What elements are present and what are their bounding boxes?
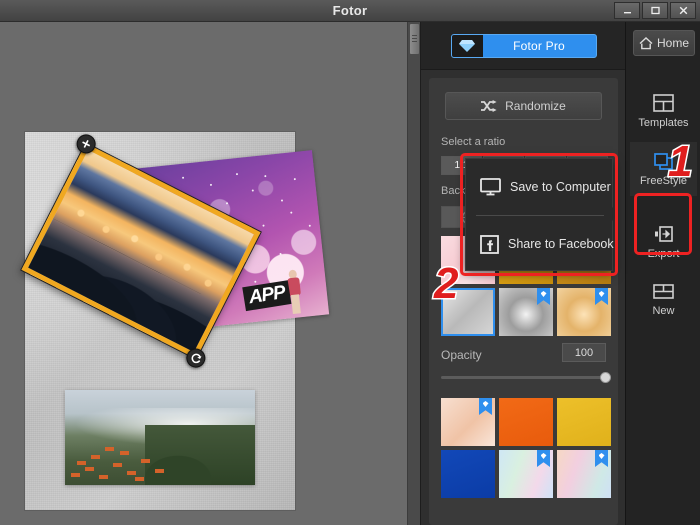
minimize-button[interactable] [614, 2, 640, 19]
diamond-icon [451, 34, 483, 57]
rotate-icon [191, 353, 202, 363]
plus-icon [82, 139, 91, 148]
home-label: Home [656, 36, 689, 50]
pro-badge-icon [595, 450, 608, 467]
close-button[interactable] [670, 2, 696, 19]
pro-banner-row: Fotor Pro [421, 22, 626, 70]
rail-label-freestyle: FreeStyle [639, 175, 688, 187]
menu-separator [476, 215, 604, 216]
monitor-icon [480, 178, 501, 196]
menu-label-save-to-computer: Save to Computer [510, 180, 611, 194]
pro-badge-icon [537, 450, 550, 467]
roof-layer [65, 433, 255, 485]
fotor-pro-label: Fotor Pro [513, 38, 565, 53]
swatch-pastel-sunset[interactable] [557, 450, 611, 498]
rail-label-templates: Templates [638, 117, 689, 129]
rail-label-export: Export [647, 248, 680, 260]
opacity-slider[interactable] [441, 372, 611, 383]
facebook-icon [480, 234, 499, 254]
templates-icon [653, 93, 675, 113]
pro-badge-icon [537, 288, 550, 305]
swatch-pastel-aurora[interactable] [499, 450, 553, 498]
color-swatch-grid[interactable] [441, 398, 611, 498]
swatch-blue-solid[interactable] [441, 450, 495, 498]
window-controls [614, 2, 696, 20]
maximize-icon [650, 6, 660, 15]
home-icon [639, 36, 653, 49]
collage-page[interactable]: APP [21, 131, 330, 510]
rail-label-new: New [652, 305, 675, 317]
pro-badge-icon [479, 398, 492, 415]
freestyle-icon [653, 151, 675, 171]
swatch-peach-texture[interactable] [441, 398, 495, 446]
swatch-gold-radial[interactable] [557, 288, 611, 336]
canvas-work-area[interactable]: APP [0, 22, 420, 525]
opacity-row: Opacity 100 [441, 343, 606, 364]
swatch-yellow-solid[interactable] [557, 398, 611, 446]
right-side-panel: Fotor Pro Randomize Select a ratio 1:1 O… [420, 22, 626, 525]
menu-pointer-arrow [612, 207, 619, 221]
tool-rail: Home Templates FreeStyle Export New [625, 22, 700, 525]
canvas-scrollbar[interactable] [407, 22, 420, 525]
new-icon [653, 281, 675, 301]
fotor-pro-button[interactable]: Fotor Pro [450, 33, 597, 58]
menu-label-share-to-facebook: Share to Facebook [508, 237, 614, 251]
settings-card: Randomize Select a ratio 1:1 4:3 3:4 Mor… [429, 78, 618, 525]
scrollbar-thumb[interactable] [410, 24, 419, 54]
fotor-app-window: Fotor APP Fotor Pro Randomize Select a r… [0, 0, 700, 525]
select-ratio-label: Select a ratio [441, 136, 506, 148]
menu-item-share-to-facebook[interactable]: Share to Facebook [466, 227, 614, 261]
swatch-orange-solid[interactable] [499, 398, 553, 446]
export-menu[interactable]: Save to Computer Share to Facebook [465, 158, 619, 271]
opacity-slider-knob[interactable] [600, 372, 611, 383]
export-icon [653, 224, 675, 244]
pro-badge-icon [595, 288, 608, 305]
randomize-label: Randomize [505, 99, 566, 113]
home-button[interactable]: Home [633, 30, 695, 56]
rail-item-export[interactable]: Export [630, 215, 697, 269]
menu-item-save-to-computer[interactable]: Save to Computer [466, 170, 614, 204]
opacity-value-field[interactable]: 100 [562, 343, 606, 362]
shuffle-icon [481, 99, 497, 112]
rail-item-new[interactable]: New [630, 272, 697, 326]
rail-item-freestyle[interactable]: FreeStyle [630, 142, 697, 196]
misty-town-photo[interactable] [65, 390, 255, 485]
swatch-silver-brushed[interactable] [441, 288, 495, 336]
minimize-icon [623, 12, 631, 14]
maximize-button[interactable] [642, 2, 668, 19]
window-title: Fotor [332, 3, 368, 18]
randomize-button[interactable]: Randomize [445, 92, 602, 120]
title-bar: Fotor [0, 0, 700, 22]
close-icon [679, 6, 687, 15]
panel-body: Randomize Select a ratio 1:1 4:3 3:4 Mor… [421, 70, 626, 525]
swatch-silver-radial[interactable] [499, 288, 553, 336]
rotate-handle-bottom-right[interactable] [183, 345, 209, 371]
opacity-label: Opacity [441, 348, 482, 362]
rail-item-templates[interactable]: Templates [630, 84, 697, 138]
